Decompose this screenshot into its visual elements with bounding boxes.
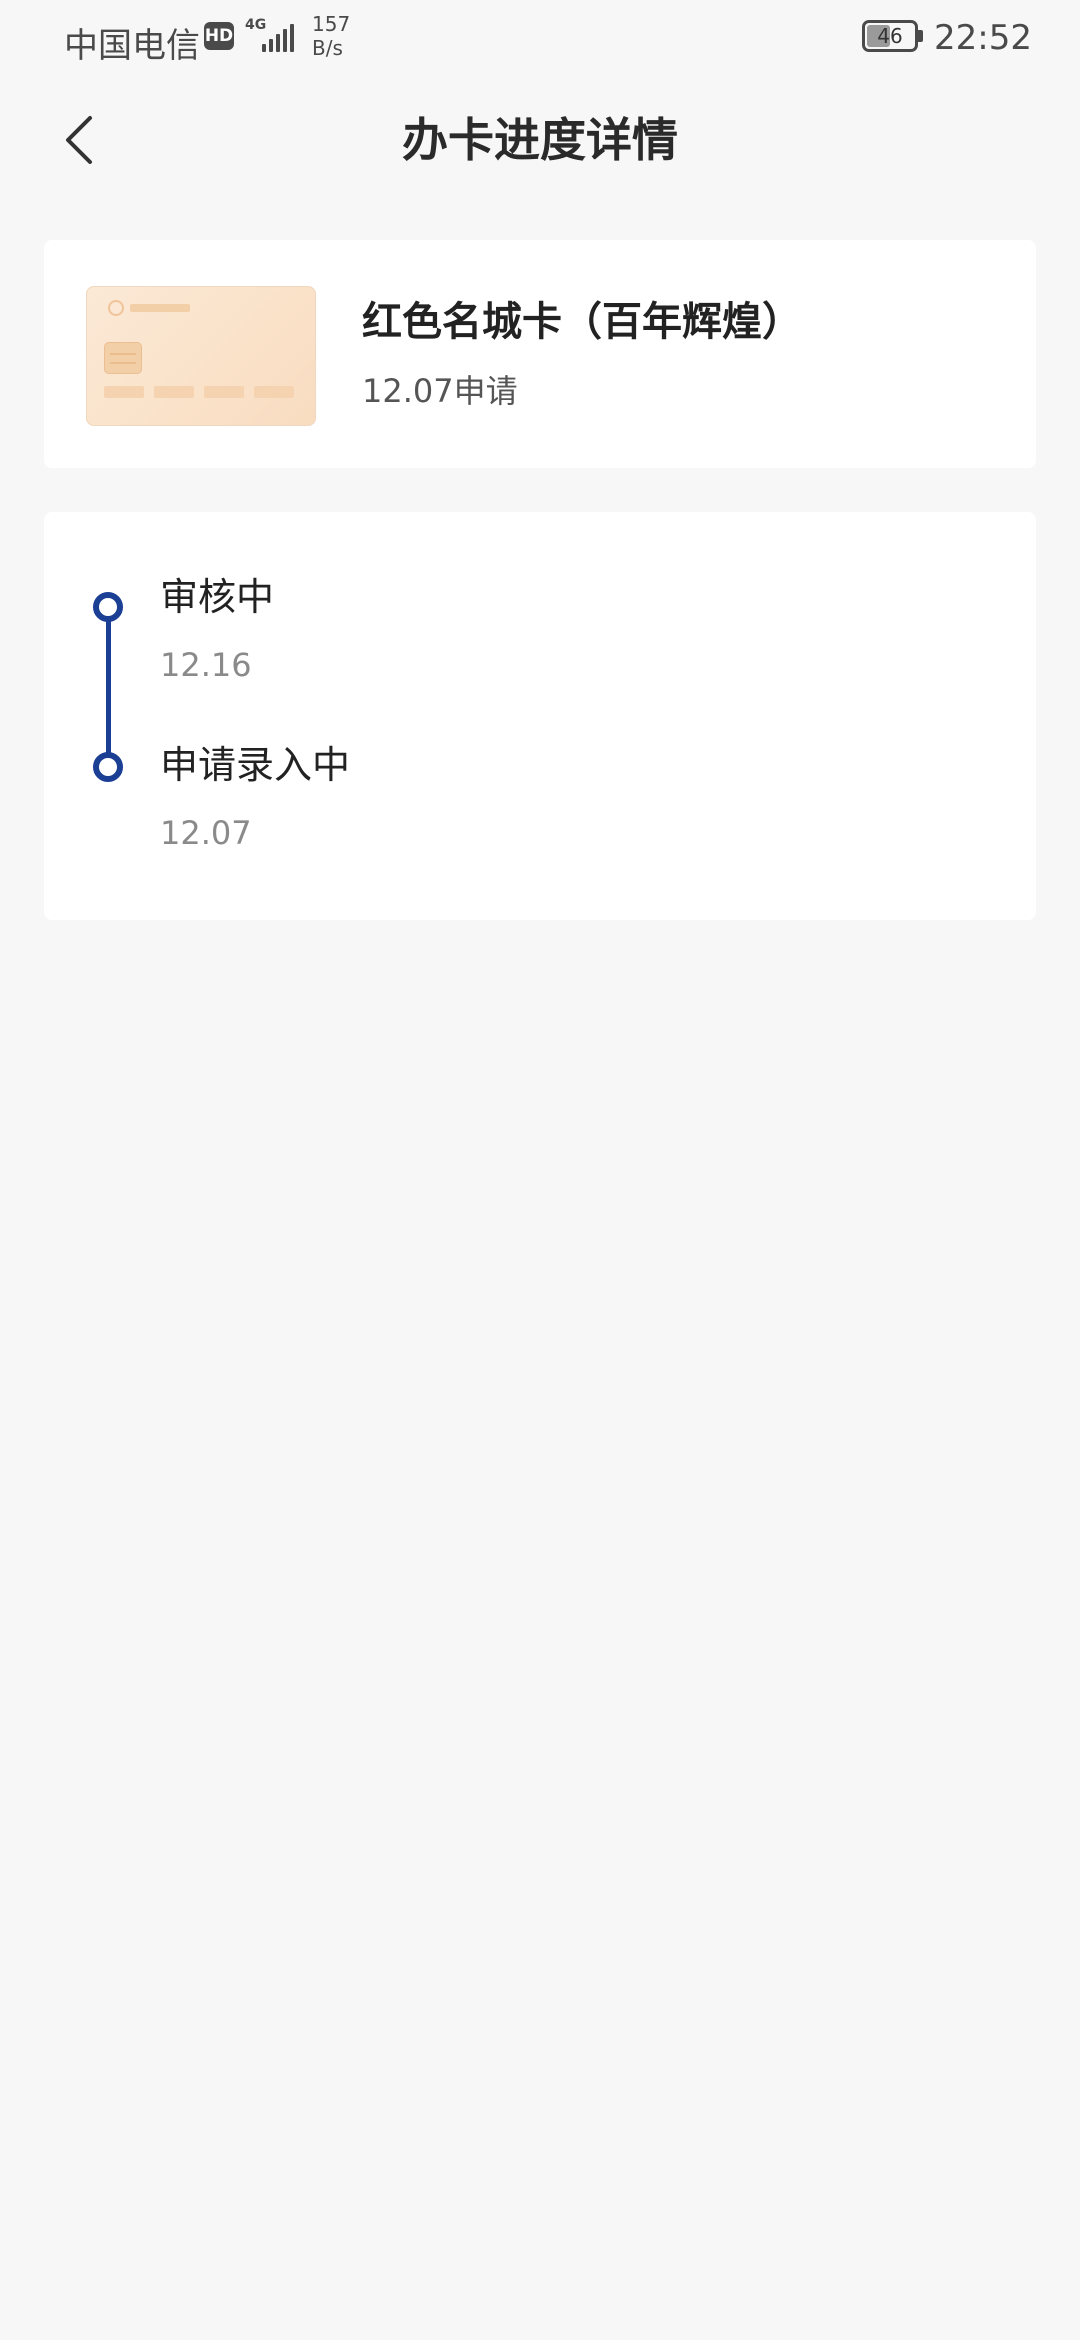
page-header: 办卡进度详情	[0, 96, 1080, 186]
battery-cap	[918, 30, 923, 42]
hd-badge: HD	[204, 22, 234, 50]
battery-icon: 46	[862, 20, 918, 52]
page-title: 办卡进度详情	[402, 113, 678, 167]
step-date: 12.07	[160, 814, 252, 852]
timeline-dot-icon	[93, 752, 123, 782]
timeline-dot-icon	[93, 592, 123, 622]
status-bar: 中国电信 HD 4G 157 B/s 46 22:52	[0, 0, 1080, 76]
network-speed-unit: B/s	[312, 36, 343, 60]
network-speed-value: 157	[312, 12, 351, 36]
step-date: 12.16	[160, 646, 252, 684]
network-speed: 157 B/s	[312, 12, 350, 60]
card-number-placeholder	[104, 386, 300, 398]
status-time: 22:52	[934, 18, 1032, 58]
bank-logo-icon	[108, 300, 190, 316]
card-name: 红色名城卡（百年辉煌）	[362, 299, 802, 345]
signal-icon	[262, 22, 296, 52]
card-summary: 红色名城卡（百年辉煌） 12.07申请	[44, 240, 1036, 468]
card-chip-icon	[104, 342, 142, 374]
timeline-line	[106, 604, 111, 774]
step-title: 申请录入中	[160, 743, 351, 787]
step-title: 审核中	[160, 575, 275, 619]
progress-timeline: 审核中 12.16 申请录入中 12.07	[44, 512, 1036, 920]
carrier-name: 中国电信	[64, 26, 200, 66]
card-applied-date: 12.07申请	[362, 372, 518, 410]
battery-level: 46	[877, 24, 903, 48]
card-image	[86, 286, 316, 426]
